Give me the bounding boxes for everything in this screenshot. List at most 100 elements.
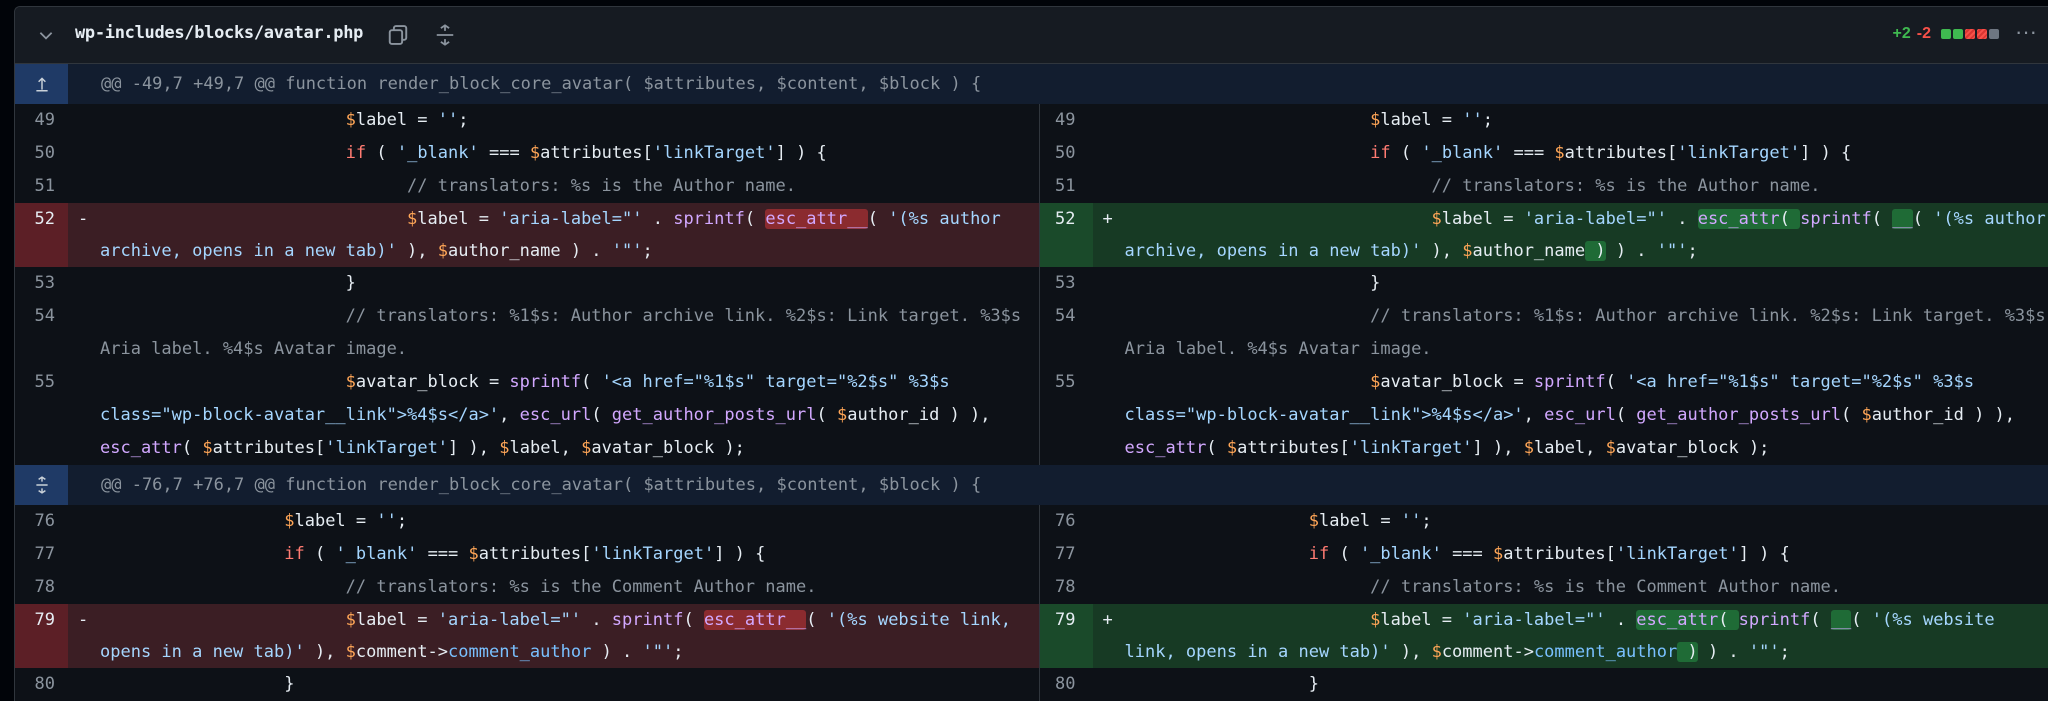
code-line: $label = ''; [86, 505, 1039, 538]
code-line: } [1111, 668, 2048, 701]
expand-both-button[interactable] [15, 465, 68, 505]
left-line: 50 if ( '_blank' === $attributes['linkTa… [15, 137, 1039, 170]
line-number[interactable]: 53 [15, 267, 68, 300]
code-line: $label = 'aria-label="' . esc_attr( spri… [1111, 203, 2048, 267]
code-line: $label = 'aria-label="' . sprintf( esc_a… [86, 604, 1039, 668]
right-line-added: 52 + $label = 'aria-label="' . esc_attr(… [1039, 203, 2048, 267]
addition-marker: + [1103, 610, 1113, 630]
right-line: 51 // translators: %s is the Author name… [1039, 170, 2048, 203]
file-header: wp-includes/blocks/avatar.php +2 -2 ··· [15, 7, 2048, 64]
line-number[interactable]: 52 [1040, 203, 1093, 267]
chevron-down-icon[interactable] [37, 26, 55, 44]
file-path[interactable]: wp-includes/blocks/avatar.php [75, 23, 363, 43]
line-number[interactable]: 55 [15, 366, 68, 465]
expand-up-icon [33, 75, 51, 93]
line-number[interactable]: 54 [15, 300, 68, 366]
line-number[interactable]: 78 [15, 571, 68, 604]
line-number[interactable]: 53 [1040, 267, 1093, 300]
hunk-header: @@ -49,7 +49,7 @@ function render_block_… [15, 64, 2048, 104]
copy-icon[interactable] [387, 24, 409, 46]
code-line: if ( '_blank' === $attributes['linkTarge… [86, 538, 1039, 571]
diffstat-boxes [1941, 29, 1999, 39]
diff-row-changed: 79 - $label = 'aria-label="' . sprintf( … [15, 604, 2048, 668]
code-line: $avatar_block = sprintf( '<a href="%1$s"… [1111, 366, 2048, 465]
line-number[interactable]: 78 [1040, 571, 1093, 604]
code-line: // translators: %1$s: Author archive lin… [1111, 300, 2048, 366]
hunk-header: @@ -76,7 +76,7 @@ function render_block_… [15, 465, 2048, 505]
left-line: 55 $avatar_block = sprintf( '<a href="%1… [15, 366, 1039, 465]
hunk-header-text: @@ -49,7 +49,7 @@ function render_block_… [101, 74, 981, 94]
kebab-menu-icon[interactable]: ··· [2013, 21, 2039, 47]
right-line: 49 $label = ''; [1039, 104, 2048, 137]
right-line: 55 $avatar_block = sprintf( '<a href="%1… [1039, 366, 2048, 465]
line-number[interactable]: 79 [15, 604, 68, 668]
line-number[interactable]: 77 [15, 538, 68, 571]
code-line: } [1111, 267, 2048, 300]
diff-row: 49 $label = ''; 49 $label = ''; [15, 104, 2048, 137]
line-number[interactable]: 49 [1040, 104, 1093, 137]
diff-file: wp-includes/blocks/avatar.php +2 -2 ··· … [14, 6, 2048, 701]
diff-row: 55 $avatar_block = sprintf( '<a href="%1… [15, 366, 2048, 465]
line-number[interactable]: 50 [15, 137, 68, 170]
line-number[interactable]: 55 [1040, 366, 1093, 465]
line-number[interactable]: 52 [15, 203, 68, 267]
code-line: $label = ''; [86, 104, 1039, 137]
left-line: 76 $label = ''; [15, 505, 1039, 538]
diff-row: 80 } 80 } [15, 668, 2048, 701]
line-number[interactable]: 51 [1040, 170, 1093, 203]
left-line: 51 // translators: %s is the Author name… [15, 170, 1039, 203]
right-line: 80 } [1039, 668, 2048, 701]
line-number[interactable]: 80 [1040, 668, 1093, 701]
line-number[interactable]: 50 [1040, 137, 1093, 170]
code-line: } [86, 267, 1039, 300]
diff-row: 54 // translators: %1$s: Author archive … [15, 300, 2048, 366]
deletion-marker: - [78, 209, 88, 229]
code-line: $label = 'aria-label="' . esc_attr( spri… [1111, 604, 2048, 668]
code-line: $avatar_block = sprintf( '<a href="%1$s"… [86, 366, 1039, 465]
left-line: 77 if ( '_blank' === $attributes['linkTa… [15, 538, 1039, 571]
line-number[interactable]: 79 [1040, 604, 1093, 668]
line-number[interactable]: 80 [15, 668, 68, 701]
code-line: // translators: %s is the Comment Author… [86, 571, 1039, 604]
line-number[interactable]: 77 [1040, 538, 1093, 571]
line-number[interactable]: 51 [15, 170, 68, 203]
code-line: // translators: %1$s: Author archive lin… [86, 300, 1039, 366]
diffstat-box [1977, 29, 1987, 39]
left-line: 49 $label = ''; [15, 104, 1039, 137]
code-line: // translators: %s is the Author name. [1111, 170, 2048, 203]
line-number[interactable]: 54 [1040, 300, 1093, 366]
right-line-added: 79 + $label = 'aria-label="' . esc_attr(… [1039, 604, 2048, 668]
line-number[interactable]: 76 [15, 505, 68, 538]
diff-row: 78 // translators: %s is the Comment Aut… [15, 571, 2048, 604]
right-line: 53 } [1039, 267, 2048, 300]
diff-row: 76 $label = ''; 76 $label = ''; [15, 505, 2048, 538]
deletion-marker: - [78, 610, 88, 630]
line-number[interactable]: 76 [1040, 505, 1093, 538]
left-line-deleted: 52 - $label = 'aria-label="' . sprintf( … [15, 203, 1039, 267]
right-line: 54 // translators: %1$s: Author archive … [1039, 300, 2048, 366]
left-line: 53 } [15, 267, 1039, 300]
right-line: 76 $label = ''; [1039, 505, 2048, 538]
diff-row-changed: 52 - $label = 'aria-label="' . sprintf( … [15, 203, 2048, 267]
addition-marker: + [1103, 209, 1113, 229]
expand-up-button[interactable] [15, 64, 68, 104]
diff-body: @@ -49,7 +49,7 @@ function render_block_… [15, 64, 2048, 701]
left-line: 80 } [15, 668, 1039, 701]
diffstat-box [1989, 29, 1999, 39]
right-line: 77 if ( '_blank' === $attributes['linkTa… [1039, 538, 2048, 571]
left-line: 78 // translators: %s is the Comment Aut… [15, 571, 1039, 604]
code-line: $label = ''; [1111, 505, 2048, 538]
code-line: // translators: %s is the Author name. [86, 170, 1039, 203]
left-line-deleted: 79 - $label = 'aria-label="' . sprintf( … [15, 604, 1039, 668]
diffstat-box [1965, 29, 1975, 39]
code-line: // translators: %s is the Comment Author… [1111, 571, 2048, 604]
line-number[interactable]: 49 [15, 104, 68, 137]
diff-row: 50 if ( '_blank' === $attributes['linkTa… [15, 137, 2048, 170]
expand-all-icon[interactable] [434, 24, 456, 46]
code-line: if ( '_blank' === $attributes['linkTarge… [1111, 538, 2048, 571]
code-line: $label = 'aria-label="' . sprintf( esc_a… [86, 203, 1039, 267]
code-line: if ( '_blank' === $attributes['linkTarge… [86, 137, 1039, 170]
additions-count: +2 [1893, 25, 1911, 43]
diff-row: 51 // translators: %s is the Author name… [15, 170, 2048, 203]
code-line: $label = ''; [1111, 104, 2048, 137]
